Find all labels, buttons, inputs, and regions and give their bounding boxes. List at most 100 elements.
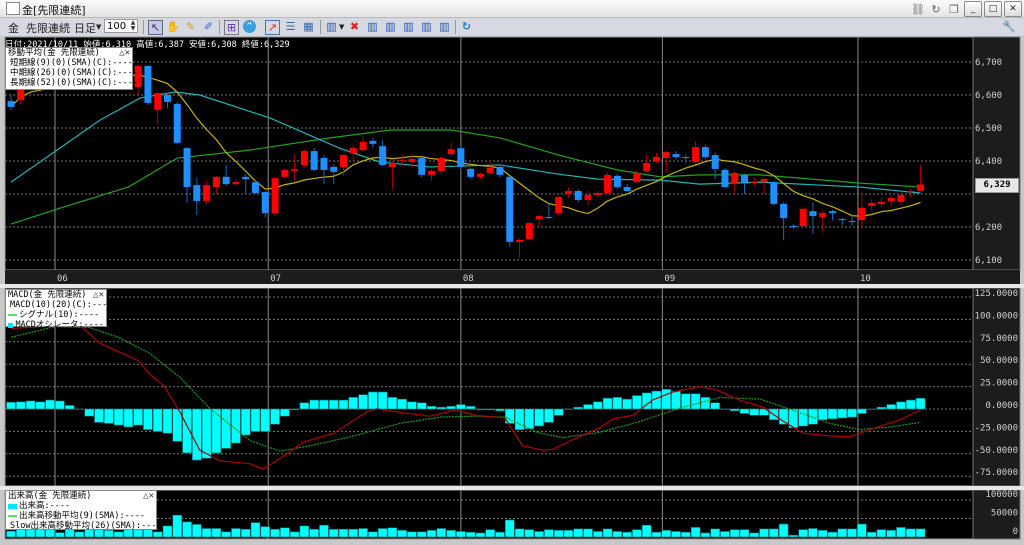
- candle-body[interactable]: [388, 162, 396, 167]
- candle-body[interactable]: [604, 174, 612, 194]
- candle-body[interactable]: [330, 166, 338, 172]
- volume-bar: [798, 529, 808, 538]
- candle-body[interactable]: [7, 100, 15, 107]
- candle-body[interactable]: [848, 221, 856, 223]
- legend-volume: 出来高:----: [19, 501, 71, 511]
- candle-body[interactable]: [584, 194, 592, 200]
- candle-body[interactable]: [897, 194, 905, 202]
- candle-body[interactable]: [340, 155, 348, 167]
- candle-body[interactable]: [809, 211, 817, 217]
- candle-body[interactable]: [623, 187, 631, 192]
- candle-body[interactable]: [741, 174, 748, 183]
- pane-splitter[interactable]: [0, 284, 1024, 288]
- candle-body[interactable]: [711, 155, 719, 169]
- candle-body[interactable]: [633, 172, 641, 183]
- candle-body[interactable]: [203, 185, 211, 201]
- legend-collapse-close-icon[interactable]: △✕: [143, 491, 154, 501]
- candle-body[interactable]: [222, 176, 230, 185]
- candle-body[interactable]: [163, 95, 171, 102]
- candle-body[interactable]: [408, 159, 416, 162]
- candle-body[interactable]: [232, 182, 240, 185]
- candle-body[interactable]: [672, 154, 680, 158]
- candle-body[interactable]: [721, 169, 729, 188]
- candle-body[interactable]: [789, 226, 797, 228]
- candle-body[interactable]: [692, 147, 700, 162]
- candle-body[interactable]: [428, 170, 436, 175]
- candle-body[interactable]: [838, 219, 846, 221]
- candle-body[interactable]: [917, 184, 925, 191]
- candle-body[interactable]: [516, 239, 524, 242]
- legend-slow-volume-ma: Slow出来高移動平均(26)(SMA):----: [10, 521, 162, 531]
- candle-body[interactable]: [291, 169, 299, 171]
- candle-body[interactable]: [457, 148, 465, 167]
- volume-bar: [289, 531, 300, 538]
- candle-body[interactable]: [261, 192, 269, 214]
- candle-body[interactable]: [154, 93, 162, 110]
- macd-histogram-bar: [602, 397, 613, 410]
- candle-body[interactable]: [173, 103, 181, 143]
- candle-body[interactable]: [682, 157, 690, 159]
- candle-body[interactable]: [574, 191, 582, 200]
- candle-body[interactable]: [829, 211, 837, 214]
- candle-body[interactable]: [252, 182, 259, 194]
- candle-body[interactable]: [359, 141, 367, 151]
- price-pane-axis[interactable]: [972, 36, 1021, 271]
- legend-collapse-close-icon[interactable]: △✕: [119, 48, 130, 58]
- candle-body[interactable]: [887, 197, 895, 201]
- volume-bar: [504, 519, 515, 538]
- candle-body[interactable]: [877, 201, 885, 204]
- candle-body[interactable]: [662, 152, 670, 159]
- candle-body[interactable]: [320, 158, 328, 170]
- candle-body[interactable]: [770, 182, 778, 204]
- candle-body[interactable]: [271, 178, 279, 214]
- candle-body[interactable]: [525, 223, 533, 239]
- candle-body[interactable]: [613, 175, 621, 188]
- candle-body[interactable]: [476, 173, 484, 177]
- candle-body[interactable]: [398, 160, 406, 162]
- candle-body[interactable]: [731, 172, 739, 185]
- macd-histogram-bar: [64, 405, 75, 410]
- candle-body[interactable]: [310, 151, 318, 170]
- volume-bar: [211, 528, 222, 538]
- candle-body[interactable]: [281, 169, 289, 177]
- candle-body[interactable]: [868, 202, 876, 206]
- candle-body[interactable]: [643, 162, 651, 171]
- candle-body[interactable]: [760, 179, 768, 183]
- candle-body[interactable]: [418, 158, 426, 175]
- candle-body[interactable]: [819, 213, 827, 218]
- candle-body[interactable]: [369, 140, 377, 144]
- volume-bar: [407, 531, 417, 538]
- candle-body[interactable]: [447, 149, 455, 155]
- candle-body[interactable]: [780, 203, 788, 219]
- candle-body[interactable]: [652, 157, 660, 161]
- candle-body[interactable]: [379, 146, 387, 165]
- candle-body[interactable]: [242, 176, 250, 180]
- chart-canvas[interactable]: 6,700 6,600 6,500 6,400 6,200 6,100 125.0000 10…: [0, 0, 1024, 545]
- candle-body[interactable]: [349, 148, 357, 154]
- candle-body[interactable]: [183, 148, 191, 188]
- candle-body[interactable]: [437, 158, 445, 171]
- candle-body[interactable]: [467, 168, 475, 177]
- candle-body[interactable]: [858, 207, 866, 221]
- candle-body[interactable]: [750, 182, 758, 184]
- candle-body[interactable]: [144, 65, 152, 103]
- candle-body[interactable]: [496, 166, 504, 175]
- candle-body[interactable]: [506, 176, 514, 242]
- candle-body[interactable]: [545, 217, 553, 219]
- volume-bar: [387, 527, 398, 538]
- candle-body[interactable]: [564, 191, 572, 194]
- candle-body[interactable]: [594, 193, 602, 195]
- candle-body[interactable]: [701, 147, 709, 158]
- candle-body[interactable]: [300, 151, 308, 165]
- volume-bar: [240, 528, 251, 538]
- candle-body[interactable]: [799, 208, 807, 227]
- candle-body[interactable]: [212, 176, 220, 188]
- candle-body[interactable]: [907, 191, 915, 193]
- volume-bar: [573, 528, 584, 538]
- candle-body[interactable]: [486, 167, 494, 173]
- candle-body[interactable]: [555, 196, 563, 214]
- legend-signal: シグナル(10):----: [19, 310, 100, 320]
- candle-body[interactable]: [535, 216, 543, 220]
- candle-body[interactable]: [193, 185, 201, 201]
- legend-collapse-close-icon[interactable]: △✕: [93, 290, 104, 300]
